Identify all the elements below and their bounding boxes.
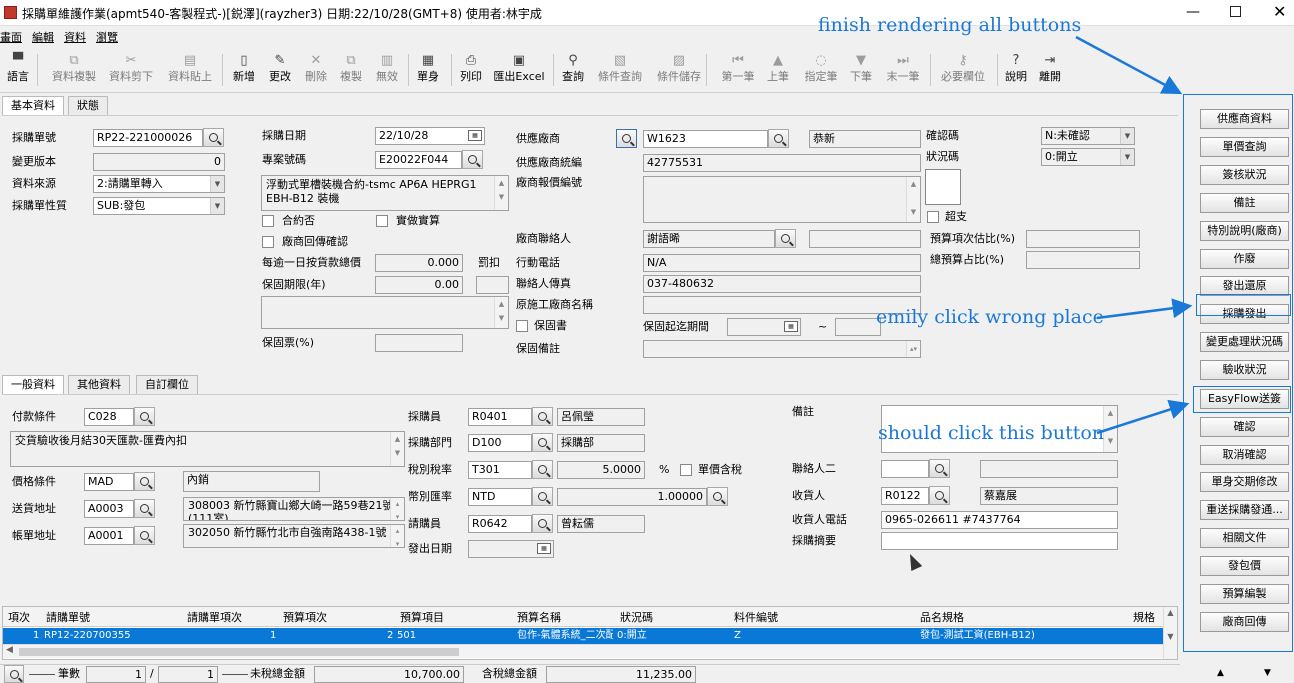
arrow-finish: [1075, 35, 1183, 95]
annotation-arrows: [1075, 35, 1193, 435]
arrow-should: [1096, 399, 1190, 435]
arrow-wrong: [1096, 298, 1193, 320]
